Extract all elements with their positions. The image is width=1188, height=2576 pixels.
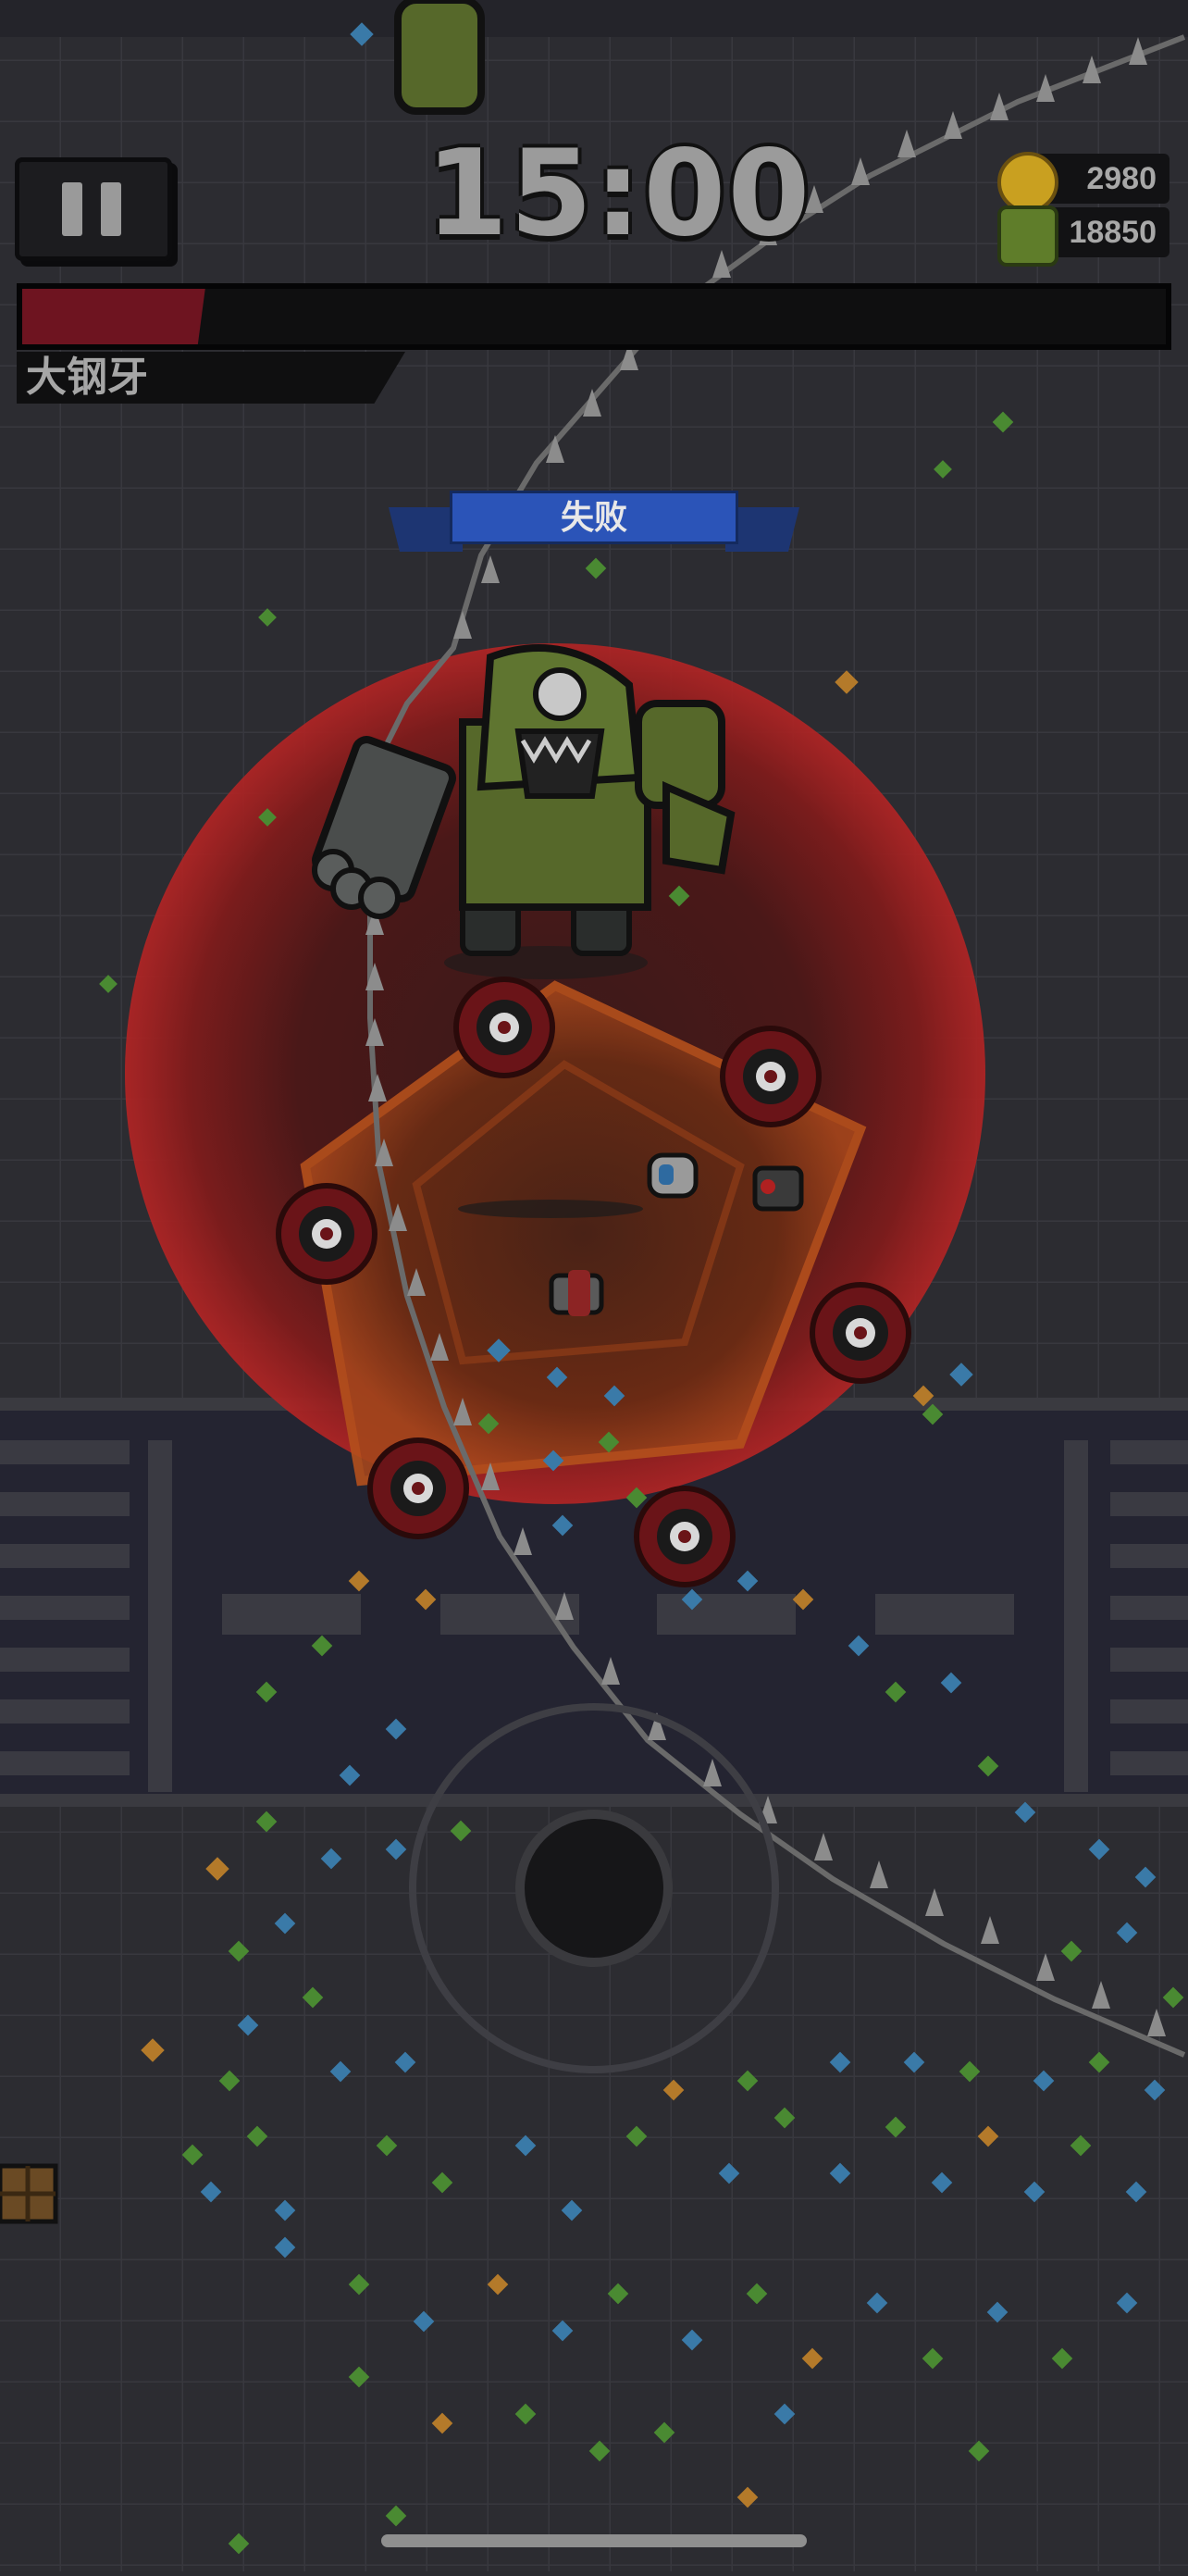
timer: 15:00 bbox=[426, 125, 812, 263]
boss-name-plate: 大钢牙 bbox=[17, 352, 405, 404]
kill-counter: 18850 bbox=[997, 205, 1169, 267]
pause-icon-bar bbox=[101, 182, 121, 236]
kill-value: 18850 bbox=[1069, 215, 1157, 250]
skull-icon bbox=[997, 205, 1058, 267]
home-indicator[interactable] bbox=[381, 2534, 807, 2547]
boss-health-bar bbox=[17, 283, 1171, 350]
status-banner-text: 失败 bbox=[450, 491, 738, 544]
boss-name: 大钢牙 bbox=[26, 355, 148, 400]
hud: 15:00 2980 18850 大钢牙 失败 bbox=[0, 0, 1188, 2571]
gold-counter: 2980 bbox=[997, 152, 1169, 213]
boss-health-fill bbox=[22, 289, 205, 344]
coin-icon bbox=[997, 152, 1058, 213]
pause-button[interactable] bbox=[15, 157, 172, 261]
gold-value: 2980 bbox=[1086, 161, 1157, 196]
status-banner: 失败 bbox=[389, 491, 799, 559]
pause-icon[interactable] bbox=[62, 182, 82, 236]
